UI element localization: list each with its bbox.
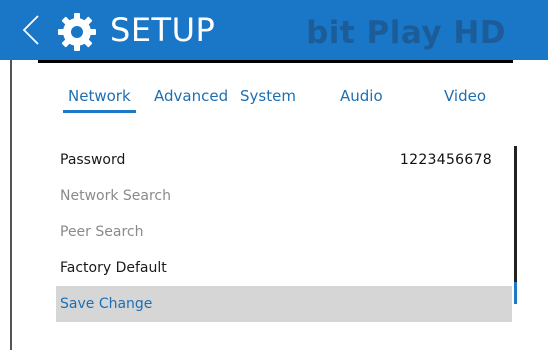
tab-video[interactable]: Video — [444, 84, 486, 108]
chevron-left-icon[interactable] — [18, 14, 48, 46]
setting-label: Peer Search — [60, 224, 144, 240]
settings-list: Password 1223456678 Network Search Peer … — [56, 142, 512, 322]
tab-system[interactable]: System — [240, 84, 296, 108]
setting-factory-default[interactable]: Factory Default — [56, 250, 512, 286]
tab-bar: Network Advanced System Audio Video — [0, 84, 548, 118]
setting-label: Password — [60, 152, 126, 168]
gear-icon — [58, 13, 96, 51]
setting-peer-search[interactable]: Peer Search — [56, 214, 512, 250]
tab-advanced[interactable]: Advanced — [154, 84, 228, 108]
setting-network-search[interactable]: Network Search — [56, 178, 512, 214]
scrollbar[interactable] — [514, 146, 517, 304]
header-bar: SETUP bit Play HD — [0, 0, 548, 60]
setting-password[interactable]: Password 1223456678 — [56, 142, 512, 178]
setting-label: Factory Default — [60, 260, 167, 276]
tab-audio[interactable]: Audio — [340, 84, 383, 108]
tab-network[interactable]: Network — [63, 84, 136, 113]
password-value: 1223456678 — [399, 152, 492, 168]
brand-logo: bit Play HD — [306, 15, 506, 51]
header-divider — [38, 60, 513, 63]
page-title: SETUP — [110, 11, 216, 49]
setting-label: Save Change — [60, 296, 153, 312]
scrollbar-thumb[interactable] — [514, 282, 517, 304]
setting-label: Network Search — [60, 188, 172, 204]
setting-save-change[interactable]: Save Change — [56, 286, 512, 322]
